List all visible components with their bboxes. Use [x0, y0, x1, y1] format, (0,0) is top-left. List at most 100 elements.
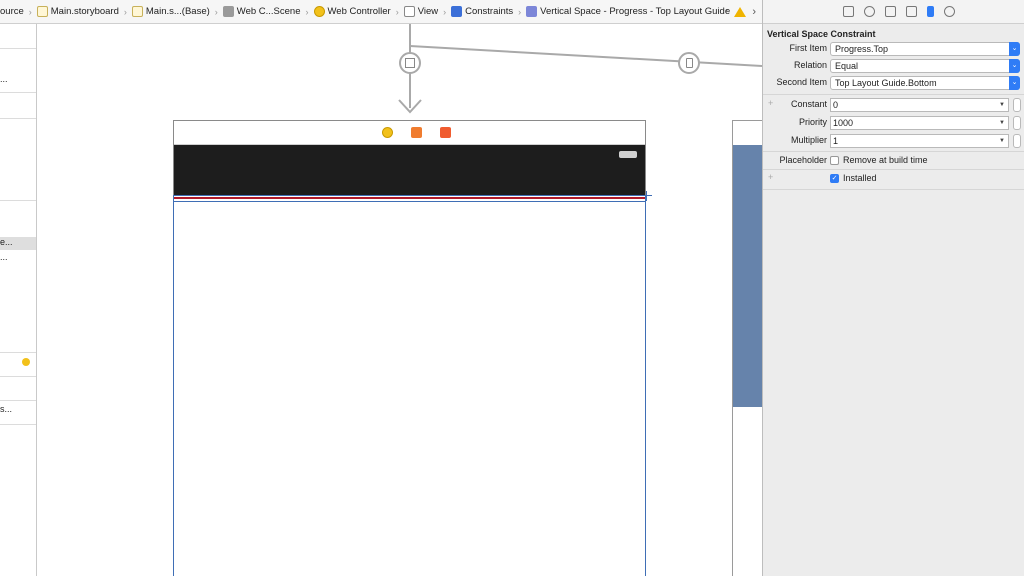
outline-divider: [0, 92, 36, 93]
dropdown-arrow-icon[interactable]: ▼: [999, 138, 1005, 144]
breadcrumb-item-source[interactable]: ource ›: [0, 0, 37, 23]
second-item-value: Top Layout Guide.Bottom: [835, 78, 937, 88]
quick-help-icon[interactable]: [863, 6, 875, 17]
scene-icon: [222, 6, 234, 17]
relation-popup[interactable]: Equal ⌄: [830, 59, 1020, 73]
view-controller-icon[interactable]: [382, 127, 393, 138]
priority-value: 1000: [833, 118, 854, 128]
add-variation-icon[interactable]: +: [768, 172, 773, 182]
installed-label: Installed: [843, 173, 877, 183]
second-item-row: Second Item Top Layout Guide.Bottom ⌄: [763, 76, 1024, 90]
multiplier-label: Multiplier: [790, 135, 827, 145]
priority-stepper[interactable]: [1013, 116, 1021, 130]
dropdown-arrow-icon[interactable]: ▼: [999, 120, 1005, 126]
jump-bar-nav: ‹ ›: [725, 0, 756, 23]
segue-push-icon[interactable]: [678, 52, 700, 74]
constraints-icon: [451, 6, 463, 17]
scene-dock: [174, 121, 645, 145]
multiplier-field[interactable]: 1 ▼: [830, 134, 1009, 148]
web-controller-scene[interactable]: [173, 120, 652, 576]
outline-divider: [0, 424, 36, 425]
exit-icon[interactable]: [440, 127, 451, 138]
breadcrumb-label: Main.s...(Base): [145, 6, 210, 17]
chevron-right-icon[interactable]: ›: [752, 6, 756, 18]
breadcrumb-item-constraints[interactable]: Constraints ›: [451, 0, 526, 23]
storyboard-file-icon: [131, 6, 143, 17]
first-responder-icon[interactable]: [411, 127, 422, 138]
constant-value: 0: [833, 100, 839, 110]
constant-field[interactable]: 0 ▼: [830, 98, 1009, 112]
navigation-bar[interactable]: [174, 145, 645, 195]
breadcrumb-item-main-storyboard[interactable]: Main.storyboard ›: [36, 0, 132, 23]
breadcrumb-label: Main.storyboard: [50, 6, 119, 17]
connections-inspector-icon[interactable]: [943, 6, 955, 17]
add-variation-icon[interactable]: +: [768, 98, 773, 108]
outline-row-label: ...: [0, 74, 8, 84]
section-divider: [763, 189, 1024, 190]
breadcrumb-label: View: [417, 6, 439, 17]
first-item-label: First Item: [789, 43, 828, 53]
inspector-title: Vertical Space Constraint: [767, 29, 876, 39]
outline-row-label: ...: [0, 252, 8, 262]
section-divider: [763, 94, 1024, 95]
priority-row: Priority 1000 ▼: [763, 116, 1024, 130]
outline-row-label: e...: [0, 237, 13, 247]
first-item-popup[interactable]: Progress.Top ⌄: [830, 42, 1020, 56]
outline-divider: [0, 376, 36, 377]
installed-checkbox[interactable]: ✓: [830, 174, 839, 183]
chevron-right-icon: ›: [395, 6, 399, 17]
segue-connector: [409, 24, 762, 67]
arrow-down-icon: [398, 99, 422, 114]
warning-icon[interactable]: [734, 7, 747, 17]
outline-row-selected[interactable]: e...: [0, 237, 36, 250]
breadcrumb-item-main-base[interactable]: Main.s...(Base) ›: [131, 0, 223, 23]
outline-row[interactable]: ...: [0, 252, 36, 262]
attributes-inspector: Vertical Space Constraint First Item Pro…: [762, 0, 1024, 576]
constraint-icon: [526, 6, 538, 17]
remove-at-build-time-checkbox[interactable]: [830, 156, 839, 165]
view-controller-icon: [313, 6, 325, 17]
placeholder-label: Placeholder: [779, 155, 827, 165]
chevron-right-icon: ›: [305, 6, 309, 17]
secondary-scene[interactable]: [732, 120, 762, 576]
warning-badge-icon[interactable]: [22, 358, 30, 366]
constant-stepper[interactable]: [1013, 98, 1021, 112]
breadcrumb-item-view[interactable]: View ›: [403, 0, 451, 23]
breadcrumb-item-vertical-space[interactable]: Vertical Space - Progress - Top Layout G…: [526, 0, 731, 23]
outline-divider: [0, 400, 36, 401]
storyboard-file-icon: [36, 6, 48, 17]
size-inspector-icon[interactable]: [926, 6, 934, 17]
attributes-inspector-icon[interactable]: [905, 6, 917, 17]
chevron-right-icon: ›: [123, 6, 127, 17]
section-divider: [763, 151, 1024, 152]
dropdown-arrow-icon[interactable]: ▼: [999, 102, 1005, 108]
chevron-right-icon: ›: [443, 6, 447, 17]
identity-inspector-icon[interactable]: [884, 6, 896, 17]
outline-divider: [0, 48, 36, 49]
outline-divider: [0, 352, 36, 353]
breadcrumb-label: Web C...Scene: [236, 6, 301, 17]
multiplier-stepper[interactable]: [1013, 134, 1021, 148]
file-inspector-icon[interactable]: [842, 6, 854, 17]
chevron-left-icon[interactable]: ‹: [725, 6, 729, 18]
constraint-guide-line: [174, 201, 645, 202]
document-outline: ... e... ... s...: [0, 24, 37, 576]
priority-field[interactable]: 1000 ▼: [830, 116, 1009, 130]
jump-bar: ource › Main.storyboard › Main.s...(Base) ›…: [0, 0, 762, 24]
priority-label: Priority: [798, 117, 827, 127]
constant-row: + Constant 0 ▼: [763, 98, 1024, 112]
section-divider: [763, 169, 1024, 170]
breadcrumb-label: Vertical Space - Progress - Top Layout G…: [540, 6, 731, 17]
popup-stepper-icon: ⌄: [1009, 42, 1020, 56]
chevron-right-icon: ›: [518, 6, 522, 17]
outline-row[interactable]: s...: [0, 404, 36, 414]
breadcrumb-item-web-controller[interactable]: Web Controller ›: [313, 0, 404, 23]
resize-handle-icon[interactable]: [642, 191, 652, 201]
outline-row[interactable]: ...: [0, 74, 36, 84]
relation-row: Relation Equal ⌄: [763, 59, 1024, 73]
breadcrumb-label: Web Controller: [327, 6, 391, 17]
second-item-popup[interactable]: Top Layout Guide.Bottom ⌄: [830, 76, 1020, 90]
breadcrumb-item-scene[interactable]: Web C...Scene ›: [222, 0, 314, 23]
segue-embed-icon[interactable]: [399, 52, 421, 74]
storyboard-canvas[interactable]: [37, 24, 762, 576]
